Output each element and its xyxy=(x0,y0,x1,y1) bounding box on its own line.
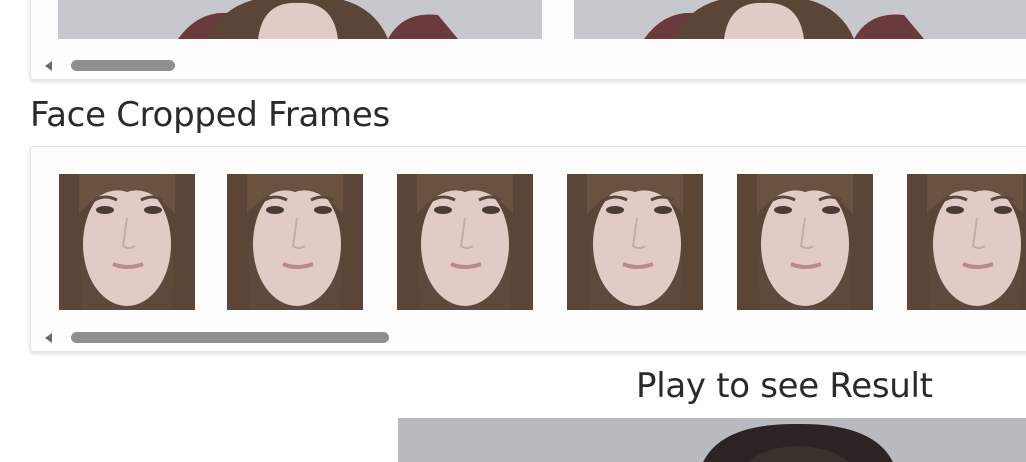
scroll-thumb[interactable] xyxy=(71,60,175,71)
face-cropped-frames-panel xyxy=(30,146,1026,352)
scroll-left-arrow-icon[interactable] xyxy=(45,333,52,343)
face-frame-3 xyxy=(397,174,533,310)
video-frame-2 xyxy=(574,0,1026,39)
horizontal-scrollbar[interactable] xyxy=(43,331,423,345)
face-frame-6 xyxy=(907,174,1026,310)
play-result-title: Play to see Result xyxy=(636,366,933,406)
face-cropped-frames-title: Face Cropped Frames xyxy=(30,95,390,135)
face-frame-2 xyxy=(227,174,363,310)
app-root: Face Cropped Frames Play to see Result xyxy=(0,0,1026,462)
extracted-frames-panel xyxy=(30,0,1026,80)
scroll-left-arrow-icon[interactable] xyxy=(45,61,52,71)
result-video-player[interactable] xyxy=(398,418,1026,462)
scroll-thumb[interactable] xyxy=(71,332,389,343)
horizontal-scrollbar[interactable] xyxy=(43,59,183,73)
face-frame-5 xyxy=(737,174,873,310)
face-frame-4 xyxy=(567,174,703,310)
face-frame-1 xyxy=(59,174,195,310)
video-frame-1 xyxy=(58,0,542,39)
